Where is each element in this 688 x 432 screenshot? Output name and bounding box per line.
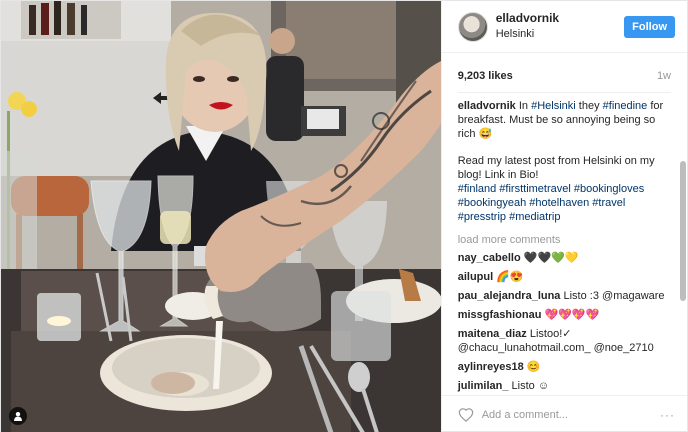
post-time[interactable]: 1w [657, 70, 671, 82]
comment-author[interactable]: julimilan_ [458, 380, 509, 392]
photo-illustration [1, 1, 441, 432]
caption: elladvornik In #Helsinki they #finedine … [458, 99, 671, 141]
comment: ailupul 🌈😍 [458, 270, 671, 284]
post-header: elladvornik Helsinki Follow [441, 1, 687, 53]
caption-blog-line: Read my latest post from Helsinki on my … [457, 155, 655, 181]
caption-text: In [518, 100, 532, 112]
post-side-panel: elladvornik Helsinki Follow 9,203 likes … [440, 1, 687, 432]
comment-text: 🌈😍 [496, 271, 524, 283]
comment-text: Listo ☺ [511, 380, 550, 392]
comment: julimilan_ Listo ☺ [458, 379, 671, 393]
hashtag-link[interactable]: #finedine [603, 100, 648, 112]
comment: nay_cabello 🖤🖤💚💛 [458, 251, 671, 265]
heart-icon[interactable] [458, 407, 474, 422]
comment-author[interactable]: pau_alejandra_luna [458, 290, 561, 302]
comment-author[interactable]: aylinreyes18 [458, 361, 524, 373]
comments-list: elladvornik In #Helsinki they #finedine … [442, 93, 687, 395]
follow-button[interactable]: Follow [624, 15, 675, 38]
comment: missgfashionau 💖💖💖💖 [458, 308, 671, 322]
likes-count[interactable]: 9,203 likes [458, 70, 513, 82]
add-comment-bar: Add a comment... ··· [441, 395, 687, 432]
caption-author[interactable]: elladvornik [458, 100, 516, 112]
comment-text: 😊 [526, 361, 541, 373]
comment: pau_alejandra_luna Listo :3 @magaware [458, 289, 671, 303]
load-more-comments[interactable]: load more comments [458, 233, 671, 247]
post-meta: 9,203 likes 1w [442, 53, 687, 82]
scrollbar-thumb[interactable] [680, 161, 686, 301]
author-info: elladvornik Helsinki [496, 11, 624, 42]
post-photo[interactable] [1, 1, 441, 432]
author-username[interactable]: elladvornik [496, 11, 624, 26]
caption-text: they [575, 100, 603, 112]
post-location[interactable]: Helsinki [496, 28, 624, 42]
comment: maitena_diaz Listoo!✓ @chacu_lunahotmail… [458, 327, 671, 355]
hashtag-link[interactable]: #Helsinki [531, 100, 576, 112]
comment-text: 💖💖💖💖 [544, 309, 600, 321]
add-comment-input[interactable]: Add a comment... [482, 409, 660, 421]
comments-scrollbar[interactable] [680, 137, 686, 395]
avatar[interactable] [457, 11, 488, 42]
comment-author[interactable]: ailupul [458, 271, 493, 283]
instagram-post: elladvornik Helsinki Follow 9,203 likes … [0, 0, 688, 432]
comment-author[interactable]: nay_cabello [458, 252, 521, 264]
comment-author[interactable]: maitena_diaz [458, 328, 527, 340]
comment: aylinreyes18 😊 [458, 360, 671, 374]
comment-text: 🖤🖤💚💛 [523, 252, 579, 264]
more-options-icon[interactable]: ··· [660, 408, 675, 422]
comment-author[interactable]: missgfashionau [458, 309, 542, 321]
comment-text: Listo :3 @magaware [563, 290, 665, 302]
user-tag-icon[interactable] [9, 407, 27, 425]
caption-hashtags[interactable]: #finland #firsttimetravel #bookingloves … [458, 182, 671, 224]
